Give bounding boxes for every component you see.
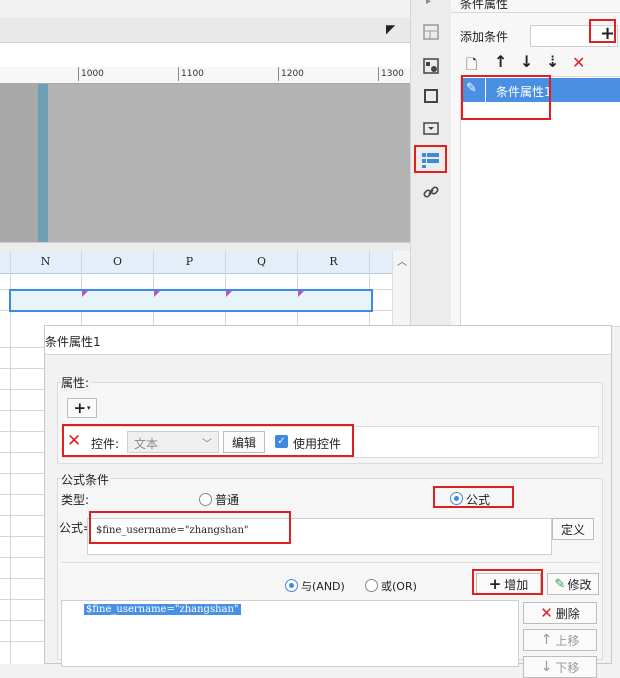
delete-button-label: 删除 [555,606,580,621]
canvas-divider[interactable] [38,84,48,242]
formula-section-label: 公式条件 [61,471,112,488]
delete-icon[interactable]: ✕ [572,53,585,72]
modify-icon: ✎ [554,576,566,592]
column-header[interactable]: O [82,251,154,273]
radio-and-label[interactable]: 与(AND) [301,578,345,594]
pencil-divider [485,78,486,102]
modify-button-label: 修改 [567,577,592,592]
radio-or-label[interactable]: 或(OR) [381,578,417,594]
cell-element-icon[interactable] [416,18,446,46]
radio-normal[interactable] [199,493,212,506]
column-header-row: N O P Q R [0,251,392,274]
condition-list-item-label: 条件属性1 [496,85,552,99]
use-control-label[interactable]: 使用控件 [293,435,341,452]
ruler-label: 1200 [281,69,304,79]
use-control-checkbox[interactable]: ✓ [275,435,288,448]
column-header[interactable]: Q [226,251,298,273]
column-header[interactable]: R [298,251,370,273]
plus-icon: + [73,399,87,417]
arrow-up-icon: ↑ [540,632,553,648]
modify-button[interactable]: ✎ 修改 [547,573,599,595]
edit-pencil-icon: ✎ [466,81,477,96]
column-header[interactable]: N [10,251,82,273]
logic-row-bg [61,562,599,563]
add-attribute-button[interactable]: + ▾ [67,398,97,418]
move-down-button-label: 下移 [555,660,580,675]
delete-icon: ✕ [540,604,553,622]
cell-attribute-icon[interactable] [416,52,446,80]
list-toolbar: 🗋 ↑ ↓ ⇣ ✕ [460,52,620,76]
delete-button[interactable]: ✕ 删除 [523,602,597,624]
remove-control-icon[interactable]: ✕ [67,431,81,451]
type-label: 类型: [61,493,90,507]
add-condition-plus-icon[interactable]: + [600,23,615,44]
header-bar: ◤ [0,18,410,43]
formula-text: $fine_username="zhangshan" [96,525,249,536]
add-condition-label: 添加条件 [460,30,509,44]
move-down-button[interactable]: ↓ 下移 [523,656,597,678]
selected-row[interactable] [9,289,373,312]
cell-marker-icon: ◤ [154,289,161,298]
control-label: 控件: [91,437,120,451]
panel-title: 条件属性 [460,0,509,11]
arrow-down-icon: ↓ [540,659,553,675]
right-panel: 条件属性 添加条件 + 🗋 ↑ ↓ ⇣ ✕ ✎ 条件属性1 [451,0,620,327]
dialog-title-bar: 条件属性1 [45,326,611,355]
condition-expression-list: $fine_username="zhangshan" [61,600,519,667]
radio-formula[interactable] [450,492,463,505]
dropdown-arrow-icon: ▾ [87,404,91,412]
chevron-down-icon: ﹀ [202,439,212,450]
horizontal-ruler: 1000 1100 1200 1300 [0,67,410,84]
white-gap [0,43,410,67]
cell-marker-icon: ◤ [298,289,305,298]
radio-dot [289,583,294,588]
move-down-icon[interactable]: ↓ [520,52,533,71]
plus-icon: + [488,575,502,593]
dialog-title: 条件属性1 [45,335,101,349]
move-up-button[interactable]: ↑ 上移 [523,629,597,651]
attributes-label: 属性: [61,374,92,391]
ruler-label: 1000 [81,69,104,79]
control-select[interactable]: 文本 ﹀ [127,431,219,453]
design-canvas [0,84,410,242]
canvas-left-shade [0,84,38,242]
control-select-value: 文本 [134,437,159,451]
edit-button[interactable]: 编辑 [223,431,265,453]
panel-title-divider [451,12,620,13]
column-header[interactable]: P [154,251,226,273]
condition-attribute-icon[interactable] [416,146,446,174]
condition-list-item[interactable]: ✎ 条件属性1 [461,78,620,102]
cell-marker-icon: ◤ [82,289,89,298]
condition-list: ✎ 条件属性1 [460,76,620,327]
cell-marker-icon: ◤ [226,289,233,298]
ruler-label: 1300 [381,69,404,79]
radio-dot [454,496,459,501]
copy-icon[interactable]: 🗋 [466,54,477,78]
add-condition-button[interactable]: + 增加 [476,573,541,595]
scroll-up-icon[interactable]: ︿ [397,253,407,268]
radio-and[interactable] [285,579,298,592]
radio-normal-label[interactable]: 普通 [215,491,239,508]
radio-or[interactable] [365,579,378,592]
move-up-button-label: 上移 [555,633,580,648]
border-icon[interactable] [416,82,446,110]
title-strip [0,0,410,18]
collapse-arrow-icon[interactable]: ▸ [426,0,431,7]
define-button[interactable]: 定义 [552,518,594,540]
hyperlink-icon[interactable] [416,178,446,206]
ruler-label: 1100 [181,69,204,79]
radio-formula-label[interactable]: 公式 [466,491,490,508]
condition-dialog: 条件属性1 属性: + ▾ ✕ 控件: 文本 ﹀ 编辑 ✓ 使用控件 公式条件 类… [44,325,612,678]
formula-textarea[interactable]: $fine_username="zhangshan" [87,518,552,555]
move-bottom-icon[interactable]: ⇣ [546,52,559,71]
condition-expression-item[interactable]: $fine_username="zhangshan" [84,604,241,615]
widget-icon[interactable] [416,114,446,142]
add-condition-button-label: 增加 [504,577,529,592]
corner-menu-icon[interactable]: ◤ [386,22,395,36]
move-top-icon[interactable]: ↑ [494,52,507,71]
